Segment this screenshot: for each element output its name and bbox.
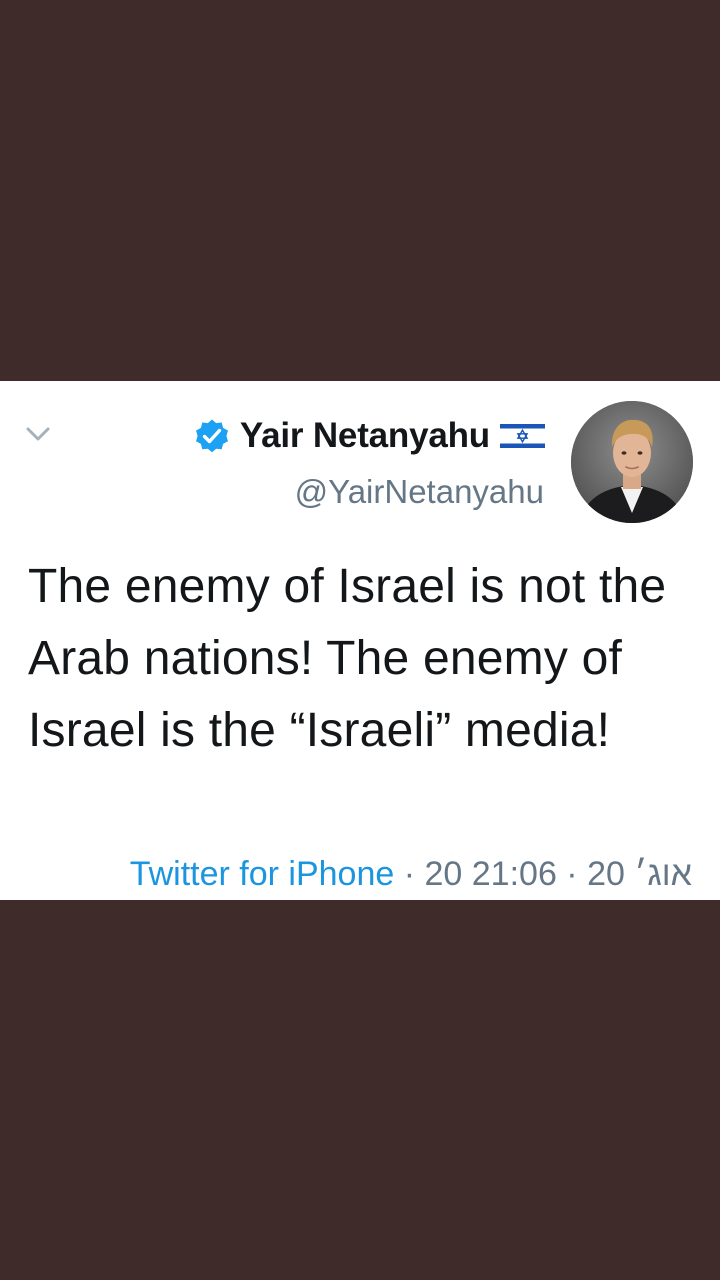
meta-separator: ·	[556, 855, 588, 893]
verified-badge-icon	[195, 419, 228, 453]
tweet-card: Yair Netanyahu @YairNetanyahu The enemy …	[0, 381, 720, 900]
screenshot-frame: Yair Netanyahu @YairNetanyahu The enemy …	[0, 0, 720, 1280]
tweet-time: 21:06	[471, 855, 557, 893]
meta-separator: ·	[394, 855, 425, 893]
israel-flag-icon	[500, 421, 545, 451]
author-name-row[interactable]: Yair Netanyahu	[194, 411, 545, 461]
author-handle[interactable]: @YairNetanyahu	[295, 473, 544, 511]
avatar-photo	[571, 401, 693, 523]
tweet-text: The enemy of Israel is not the Arab nati…	[28, 560, 667, 757]
tweet-metadata: Twitter for iPhone · 20 אוג׳ 20 · 21:06	[130, 855, 692, 894]
author-avatar[interactable]	[571, 401, 693, 523]
tweet-source-link[interactable]: Twitter for iPhone	[130, 855, 395, 893]
chevron-down-icon[interactable]	[24, 420, 52, 448]
author-display-name[interactable]: Yair Netanyahu	[240, 416, 490, 456]
